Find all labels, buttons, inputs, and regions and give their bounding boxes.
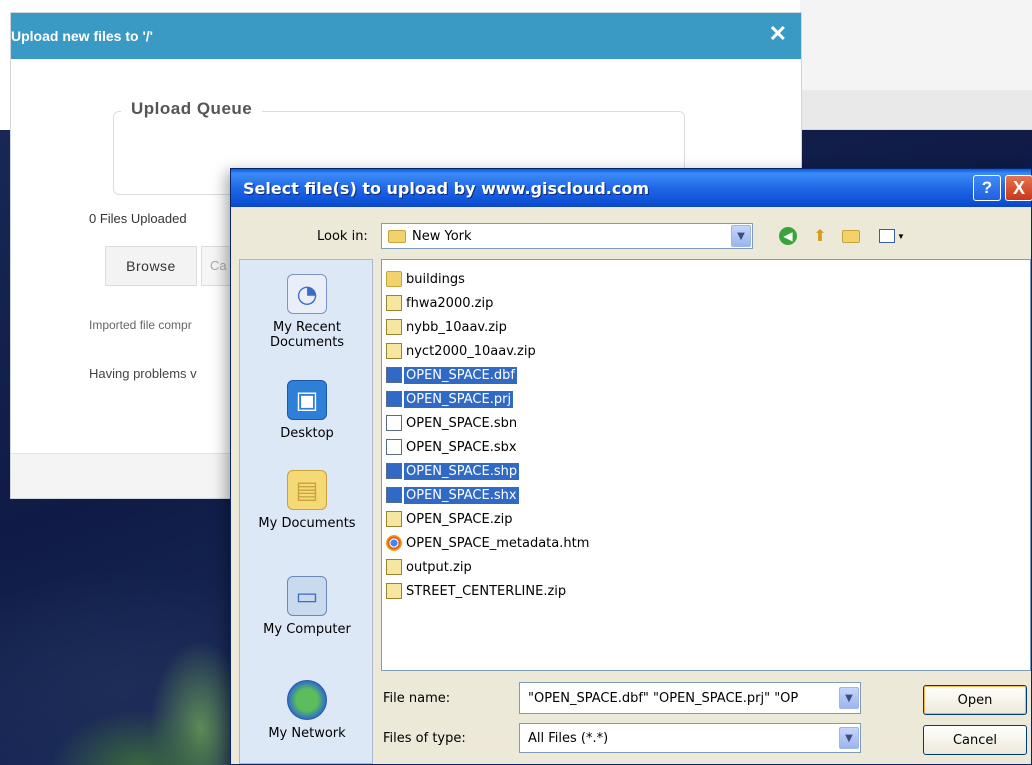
zip-icon bbox=[386, 319, 402, 335]
place-label: My Documents bbox=[258, 516, 356, 531]
having-problems-text: Having problems v bbox=[89, 366, 197, 381]
file-item[interactable]: nybb_10aav.zip bbox=[386, 316, 509, 338]
close-icon[interactable]: ✕ bbox=[769, 19, 787, 49]
file-select-dialog: Select file(s) to upload by www.giscloud… bbox=[230, 168, 1032, 765]
place-desktop[interactable]: ▣ Desktop bbox=[240, 380, 374, 441]
file-item-selected[interactable]: OPEN_SPACE.shp bbox=[386, 460, 520, 482]
zip-icon bbox=[386, 343, 402, 359]
chrome-icon bbox=[386, 535, 402, 551]
file-item[interactable]: fhwa2000.zip bbox=[386, 292, 495, 314]
zip-icon bbox=[386, 511, 402, 527]
file-dialog-titlebar: Select file(s) to upload by www.giscloud… bbox=[231, 169, 1031, 207]
recent-documents-icon: ◔ bbox=[287, 274, 327, 314]
file-icon bbox=[386, 487, 402, 503]
imported-file-text: Imported file compr bbox=[89, 318, 192, 332]
zip-icon bbox=[386, 295, 402, 311]
places-bar: ◔ My Recent Documents ▣ Desktop ▤ My Doc… bbox=[239, 259, 373, 764]
file-list[interactable]: buildings fhwa2000.zip nybb_10aav.zip ny… bbox=[381, 259, 1031, 671]
browse-button[interactable]: Browse bbox=[105, 246, 197, 286]
file-name: nyct2000_10aav.zip bbox=[406, 343, 536, 359]
help-button[interactable]: ? bbox=[973, 175, 1001, 201]
place-my-computer[interactable]: ▭ My Computer bbox=[240, 576, 374, 637]
file-name-label: File name: bbox=[383, 691, 451, 706]
files-uploaded-count: 0 Files Uploaded bbox=[89, 211, 187, 226]
file-type-label: Files of type: bbox=[383, 731, 466, 746]
close-button[interactable]: X bbox=[1005, 175, 1032, 201]
chevron-down-icon[interactable]: ▼ bbox=[731, 225, 751, 247]
folder-icon bbox=[386, 271, 402, 287]
upload-dialog-title: Upload new files to '/' bbox=[11, 28, 154, 44]
place-label: My Recent Documents bbox=[269, 320, 345, 350]
file-name: OPEN_SPACE.shp bbox=[404, 462, 520, 480]
file-dialog-title: Select file(s) to upload by www.giscloud… bbox=[243, 178, 650, 198]
look-in-dropdown[interactable]: New York ▼ bbox=[381, 223, 753, 249]
file-name: OPEN_SPACE.sbn bbox=[406, 415, 518, 431]
chevron-down-icon[interactable]: ▼ bbox=[839, 687, 859, 709]
zip-icon bbox=[386, 559, 402, 575]
up-folder-icon[interactable]: ⬆ bbox=[809, 225, 831, 247]
network-icon bbox=[287, 680, 327, 720]
file-name: buildings bbox=[406, 271, 465, 287]
file-name: output.zip bbox=[406, 559, 472, 575]
file-item-selected[interactable]: OPEN_SPACE.dbf bbox=[386, 364, 517, 386]
file-item[interactable]: STREET_CENTERLINE.zip bbox=[386, 580, 568, 602]
file-item[interactable]: buildings bbox=[386, 268, 467, 290]
desktop-icon: ▣ bbox=[287, 380, 327, 420]
file-name-value: "OPEN_SPACE.dbf" "OPEN_SPACE.prj" "OP bbox=[528, 690, 799, 706]
file-name: OPEN_SPACE.zip bbox=[406, 511, 513, 527]
upload-dialog-titlebar: Upload new files to '/' ✕ bbox=[11, 13, 801, 59]
place-label: My Network bbox=[268, 726, 346, 741]
file-name: OPEN_SPACE.dbf bbox=[404, 366, 517, 384]
file-icon bbox=[386, 367, 402, 383]
open-button[interactable]: Open bbox=[923, 685, 1027, 715]
file-name: OPEN_SPACE.prj bbox=[404, 390, 514, 408]
file-name: nybb_10aav.zip bbox=[406, 319, 507, 335]
my-documents-icon: ▤ bbox=[287, 470, 327, 510]
upload-queue-legend: Upload Queue bbox=[121, 99, 263, 119]
place-my-documents[interactable]: ▤ My Documents bbox=[240, 470, 374, 531]
look-in-value: New York bbox=[412, 228, 472, 244]
file-item[interactable]: nyct2000_10aav.zip bbox=[386, 340, 538, 362]
folder-icon bbox=[388, 229, 406, 243]
zip-icon bbox=[386, 583, 402, 599]
background-page-header bbox=[800, 0, 1032, 90]
place-my-network[interactable]: My Network bbox=[240, 680, 374, 741]
file-type-dropdown[interactable]: All Files (*.*) ▼ bbox=[519, 723, 861, 753]
place-label: Desktop bbox=[280, 426, 334, 441]
place-label: My Computer bbox=[263, 622, 351, 637]
look-in-label: Look in: bbox=[317, 229, 368, 244]
file-icon bbox=[386, 415, 402, 431]
file-icon bbox=[386, 391, 402, 407]
file-item[interactable]: OPEN_SPACE.sbn bbox=[386, 412, 519, 434]
file-name: OPEN_SPACE.shx bbox=[404, 486, 519, 504]
place-my-recent-documents[interactable]: ◔ My Recent Documents bbox=[240, 274, 374, 350]
file-name: OPEN_SPACE.sbx bbox=[406, 439, 517, 455]
back-icon[interactable]: ◀ bbox=[777, 225, 799, 247]
file-name-input[interactable]: "OPEN_SPACE.dbf" "OPEN_SPACE.prj" "OP ▼ bbox=[519, 682, 861, 714]
file-item-selected[interactable]: OPEN_SPACE.prj bbox=[386, 388, 514, 410]
file-item[interactable]: OPEN_SPACE.zip bbox=[386, 508, 515, 530]
my-computer-icon: ▭ bbox=[287, 576, 327, 616]
file-name: OPEN_SPACE_metadata.htm bbox=[406, 535, 590, 551]
cancel-button[interactable]: Cancel bbox=[923, 725, 1027, 755]
file-item[interactable]: output.zip bbox=[386, 556, 474, 578]
file-name: STREET_CENTERLINE.zip bbox=[406, 583, 567, 599]
file-item[interactable]: OPEN_SPACE_metadata.htm bbox=[386, 532, 591, 554]
chevron-down-icon[interactable]: ▼ bbox=[839, 727, 859, 749]
file-item[interactable]: OPEN_SPACE.sbx bbox=[386, 436, 519, 458]
new-folder-icon[interactable] bbox=[839, 225, 863, 247]
file-type-value: All Files (*.*) bbox=[528, 730, 609, 746]
file-name: fhwa2000.zip bbox=[406, 295, 494, 311]
view-menu-icon[interactable]: ▼ bbox=[877, 225, 907, 247]
file-item-selected[interactable]: OPEN_SPACE.shx bbox=[386, 484, 519, 506]
file-icon bbox=[386, 439, 402, 455]
file-icon bbox=[386, 463, 402, 479]
background-page-toolbar bbox=[800, 90, 1032, 130]
